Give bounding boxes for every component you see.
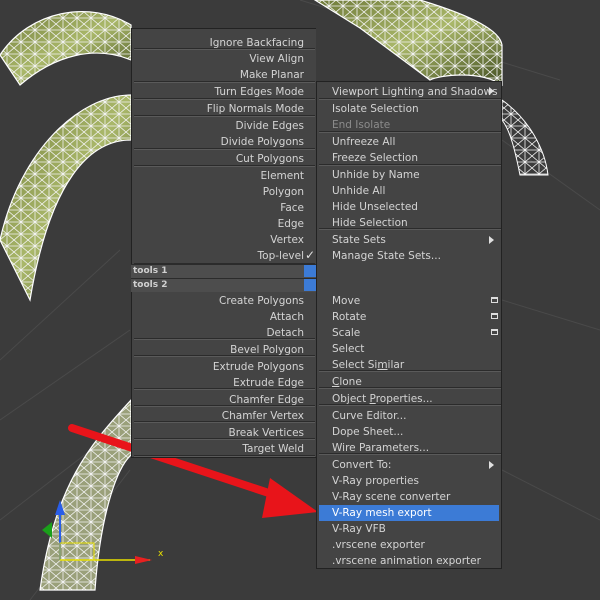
menu-separator [319, 387, 501, 389]
menu-item-attach[interactable]: Attach [134, 309, 304, 325]
menu-separator [134, 355, 315, 357]
menu-item-divide-edges[interactable]: Divide Edges [134, 118, 305, 134]
menu-item-top-level[interactable]: Top-level [134, 248, 304, 264]
menu-item-v-ray-scene-converter[interactable]: V-Ray scene converter [319, 489, 499, 505]
submenu-arrow-icon [489, 87, 494, 95]
menu-item-unhide-by-name[interactable]: Unhide by Name [319, 167, 499, 183]
menu-item-unfreeze-all[interactable]: Unfreeze All [319, 134, 499, 150]
checkmark-icon: ✓ [305, 248, 316, 262]
menu-item-select[interactable]: Select [319, 341, 499, 357]
svg-text:x: x [158, 549, 164, 559]
menu-item-move[interactable]: Move [319, 293, 499, 309]
menu-item-curve-editor[interactable]: Curve Editor... [319, 408, 499, 424]
menu-separator [134, 48, 315, 50]
menu-item-v-ray-vfb[interactable]: V-Ray VFB [319, 521, 499, 537]
menu-item-unhide-all[interactable]: Unhide All [319, 183, 499, 199]
quad-label-tools1[interactable]: tools 1 [133, 265, 168, 278]
menu-item-convert-to[interactable]: Convert To: [319, 457, 499, 473]
menu-separator [319, 131, 501, 133]
menu-separator [134, 165, 315, 167]
menu-item-vrscene-animation-exporter[interactable]: .vrscene animation exporter [319, 553, 499, 569]
menu-item-face[interactable]: Face [134, 200, 304, 216]
menu-item-manage-state-sets[interactable]: Manage State Sets... [319, 248, 499, 264]
menu-item-create-polygons[interactable]: Create Polygons [134, 293, 304, 309]
menu-separator [319, 228, 501, 230]
menu-separator [134, 388, 315, 390]
menu-item-scale[interactable]: Scale [319, 325, 499, 341]
menu-separator [134, 338, 315, 340]
menu-separator [319, 404, 501, 406]
menu-item-rotate[interactable]: Rotate [319, 309, 499, 325]
palm-frond-upper-left [0, 11, 132, 86]
quad-switch-tools1[interactable] [304, 265, 316, 277]
submenu-arrow-icon [489, 461, 494, 469]
quad-switch-tools2[interactable] [304, 279, 316, 291]
menu-item-vertex[interactable]: Vertex [134, 232, 304, 248]
menu-separator [134, 148, 315, 150]
menu-separator [319, 98, 501, 100]
menu-item-vrscene-exporter[interactable]: .vrscene exporter [319, 537, 499, 553]
quad-label-tools2[interactable]: tools 2 [133, 279, 168, 292]
options-box-icon[interactable] [491, 329, 498, 335]
options-box-icon[interactable] [491, 297, 498, 303]
menu-item-edge[interactable]: Edge [134, 216, 304, 232]
menu-item-hide-unselected[interactable]: Hide Unselected [319, 199, 499, 215]
menu-item-extrude-polygons[interactable]: Extrude Polygons [134, 359, 304, 375]
menu-item-v-ray-mesh-export[interactable]: V-Ray mesh export [319, 505, 499, 521]
menu-separator [319, 164, 501, 166]
menu-item-v-ray-properties[interactable]: V-Ray properties [319, 473, 499, 489]
menu-separator [134, 421, 315, 423]
quad-menu-left: Ignore Backfacing View Align Make Planar Tu… [131, 28, 316, 458]
menu-separator [319, 370, 501, 372]
submenu-arrow-icon [489, 236, 494, 244]
menu-separator [134, 98, 315, 100]
menu-separator [134, 81, 315, 83]
palm-frond-left [0, 94, 132, 302]
menu-separator [134, 455, 315, 457]
options-box-icon[interactable] [491, 313, 498, 319]
menu-separator [319, 453, 501, 455]
menu-item-dope-sheet[interactable]: Dope Sheet... [319, 424, 499, 440]
menu-separator [134, 438, 315, 440]
menu-item-element[interactable]: Element [134, 168, 304, 184]
menu-item-view-align[interactable]: View Align [134, 51, 304, 67]
menu-separator [134, 115, 315, 117]
menu-separator [134, 405, 315, 407]
menu-item-polygon[interactable]: Polygon [134, 184, 304, 200]
quad-menu-right: Viewport Lighting and Shadows Isolate Sel… [316, 81, 502, 569]
menu-item-state-sets[interactable]: State Sets [319, 232, 499, 248]
menu-item-isolate-selection[interactable]: Isolate Selection [319, 101, 499, 117]
